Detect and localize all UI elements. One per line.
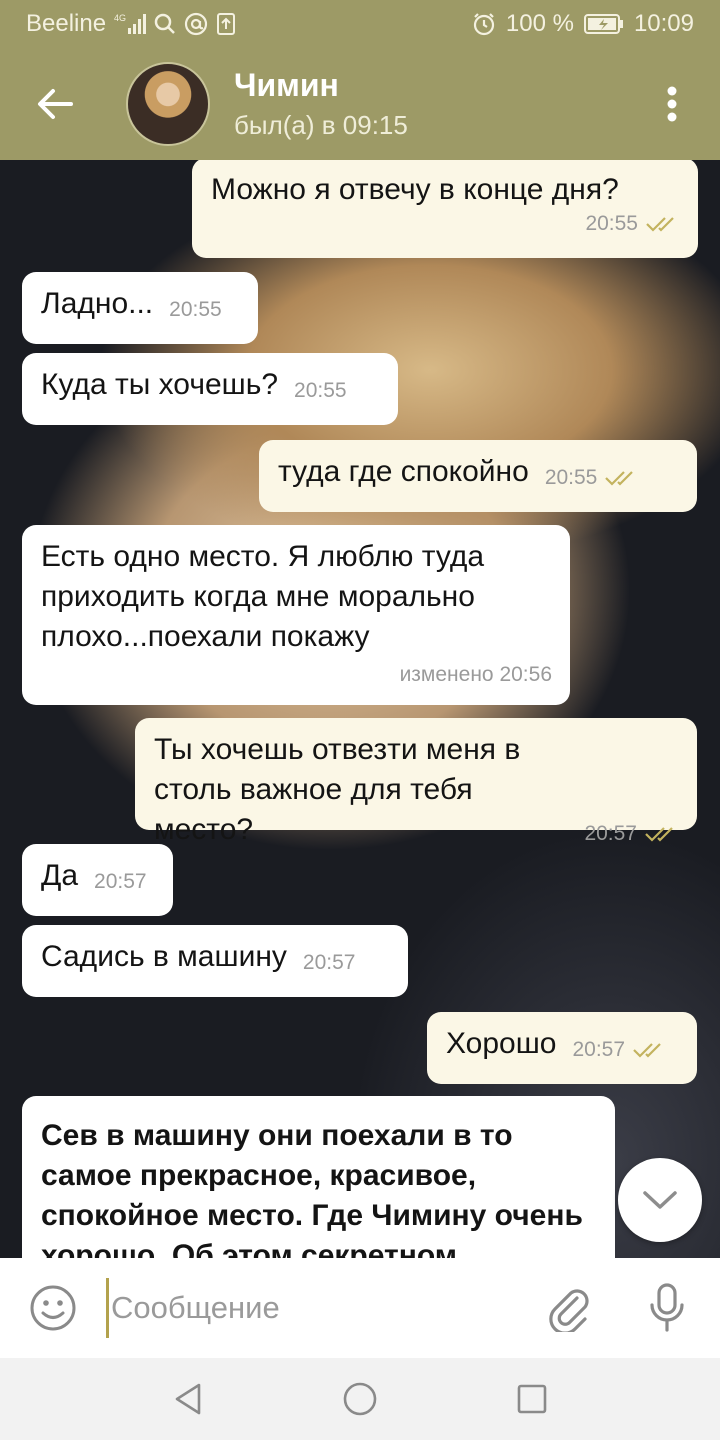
battery-label: 100 % — [505, 10, 574, 37]
message-outgoing[interactable]: Хорошо 20:57 — [427, 1012, 697, 1084]
message-time: 20:55 — [169, 298, 222, 321]
contact-status: был(а) в 09:15 — [234, 110, 408, 140]
message-outgoing[interactable]: туда где спокойно 20:55 — [259, 440, 697, 512]
message-text: Да — [41, 859, 79, 892]
system-nav-bar — [0, 1358, 720, 1440]
double-check-icon — [633, 1043, 661, 1058]
double-check-icon — [605, 471, 634, 486]
message-incoming[interactable]: Садись в машину 20:57 — [22, 925, 408, 997]
clock-time: 10:09 — [633, 10, 694, 37]
message-time: 20:55 — [544, 466, 598, 489]
double-check-icon — [645, 827, 673, 842]
message-time: 20:55 — [294, 379, 347, 402]
message-text: Ты хочешь отвезти меня в столь важное дл… — [154, 733, 521, 846]
back-button[interactable] — [0, 48, 110, 160]
message-text: Куда ты хочешь? — [41, 368, 279, 401]
alarm-icon — [472, 12, 496, 36]
nav-back-button[interactable] — [158, 1369, 218, 1429]
contact-avatar[interactable] — [126, 62, 210, 146]
status-bar: Beeline 4G 100 % 10:09 — [0, 0, 720, 48]
smile-icon — [30, 1285, 76, 1331]
chevron-down-icon — [643, 1191, 677, 1209]
message-outgoing[interactable]: Можно я отвечу в конце дня? 20:55 — [192, 160, 698, 258]
attach-button[interactable] — [524, 1258, 614, 1358]
message-incoming[interactable]: Да 20:57 — [22, 844, 173, 916]
signal-icon: 4G — [114, 12, 147, 36]
voice-record-button[interactable] — [614, 1258, 720, 1358]
carrier-label: Beeline — [26, 10, 107, 37]
message-time: 20:55 — [585, 212, 638, 235]
nav-home-button[interactable] — [330, 1369, 390, 1429]
emoji-button[interactable] — [0, 1258, 106, 1358]
more-vertical-icon — [667, 86, 677, 122]
double-check-icon — [646, 217, 674, 232]
message-time: 20:57 — [584, 822, 637, 845]
contact-name: Чимин — [234, 67, 339, 103]
message-time: 20:57 — [302, 951, 356, 974]
message-time: 20:57 — [572, 1038, 626, 1061]
message-text: Садись в машину — [41, 940, 287, 973]
network-label: 4G — [114, 13, 126, 23]
message-text: Сев в машину они поехали в то самое прек… — [41, 1119, 583, 1258]
message-text: туда где спокойно — [278, 455, 529, 488]
message-incoming[interactable]: Куда ты хочешь? 20:55 — [22, 353, 398, 425]
back-arrow-icon — [38, 89, 73, 119]
contact-info[interactable]: Чимин был(а) в 09:15 — [234, 65, 408, 143]
circle-home-icon — [343, 1382, 377, 1416]
message-incoming[interactable]: Сев в машину они поехали в то самое прек… — [22, 1096, 615, 1258]
message-time: изменено 20:56 — [399, 663, 552, 686]
at-sign-icon — [184, 12, 208, 36]
message-incoming[interactable]: Есть одно место. Я люблю туда приходить … — [22, 525, 570, 705]
message-input-bar — [0, 1258, 720, 1358]
square-recents-icon — [517, 1384, 547, 1414]
microphone-icon — [650, 1283, 684, 1332]
paperclip-icon — [549, 1289, 589, 1332]
nav-recents-button[interactable] — [502, 1369, 562, 1429]
scroll-down-button[interactable] — [618, 1158, 702, 1242]
chat-area[interactable]: Можно я отвечу в конце дня? 20:55 Ладно.… — [0, 160, 720, 1258]
message-text: Можно я отвечу в конце дня? — [211, 173, 619, 206]
message-text: Есть одно место. Я люблю туда приходить … — [41, 540, 485, 653]
upload-icon — [216, 12, 236, 36]
message-text: Хорошо — [446, 1027, 557, 1060]
message-time: 20:57 — [94, 870, 147, 893]
search-icon — [154, 13, 176, 35]
chat-header: Чимин был(а) в 09:15 — [0, 48, 720, 160]
message-incoming[interactable]: Ладно... 20:55 — [22, 272, 258, 344]
message-input[interactable] — [106, 1278, 524, 1338]
triangle-back-icon — [175, 1383, 201, 1415]
more-menu-button[interactable] — [624, 48, 720, 160]
message-outgoing[interactable]: Ты хочешь отвезти меня в столь важное дл… — [135, 718, 697, 846]
battery-charging-icon — [583, 13, 624, 35]
message-text: Ладно... — [41, 287, 154, 320]
